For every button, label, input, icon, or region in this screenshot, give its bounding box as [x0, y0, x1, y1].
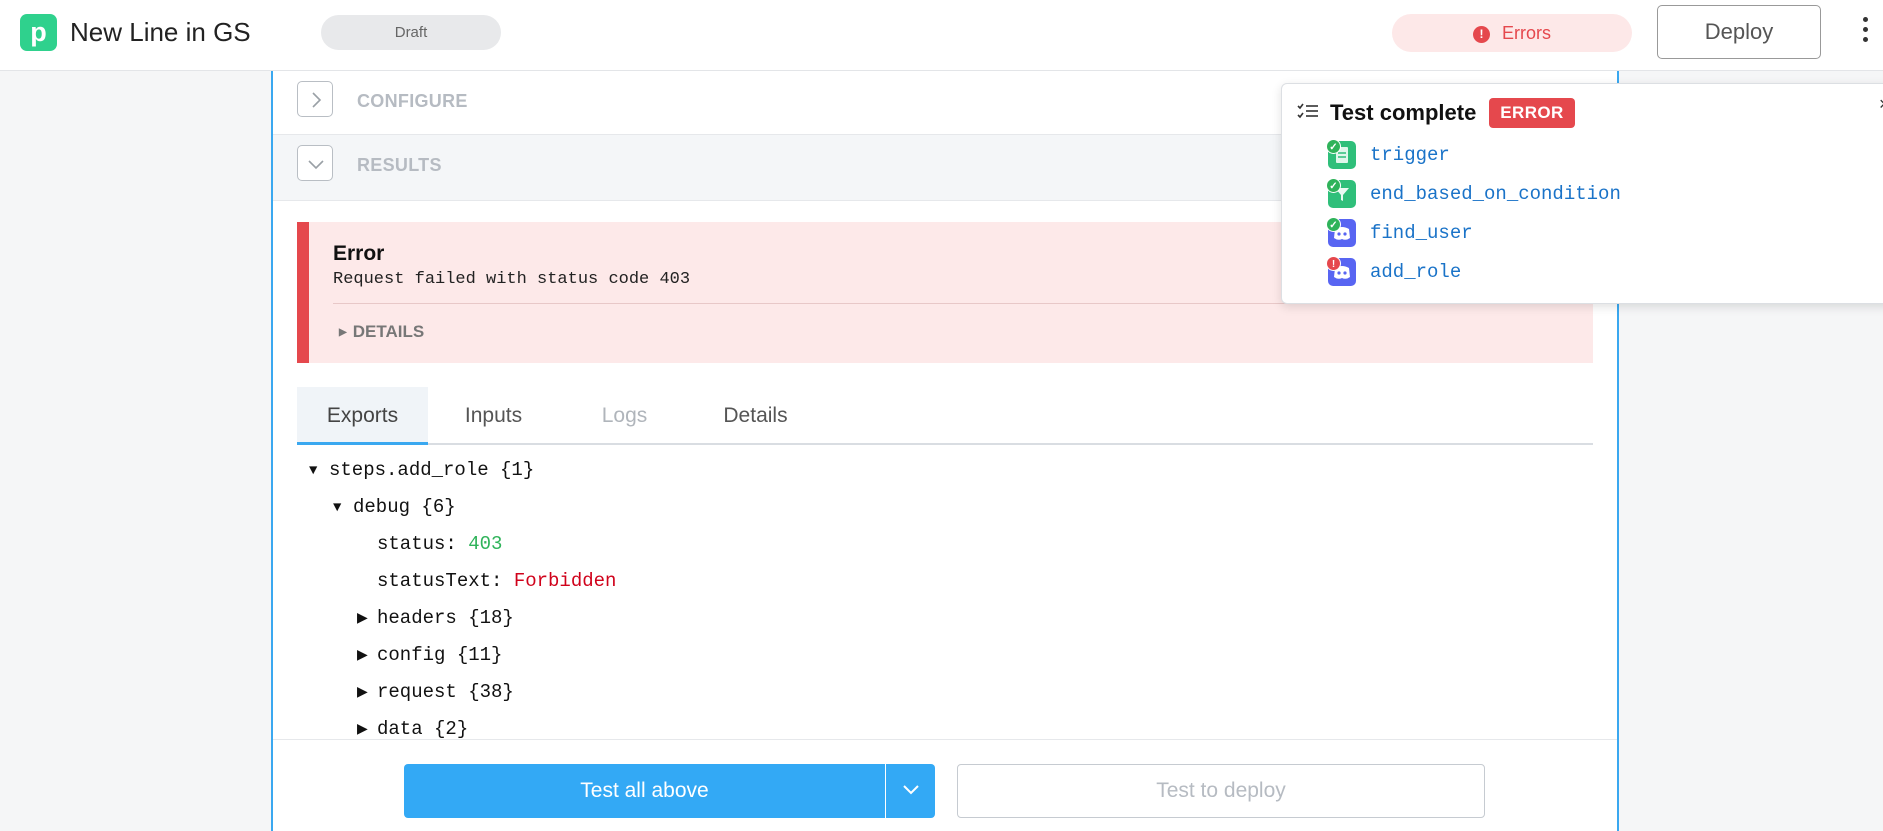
discord-icon: ✓: [1326, 217, 1356, 247]
more-options-icon[interactable]: [1860, 17, 1870, 51]
tree-node-label: debug {6}: [353, 496, 456, 518]
top-bar: p New Line in GS Draft ! Errors Deploy: [0, 0, 1883, 71]
tree-leaf-statustext: statusText: Forbidden: [377, 566, 616, 596]
tab-exports[interactable]: Exports: [297, 387, 428, 445]
tree-key: status:: [377, 533, 469, 555]
tree-node-config[interactable]: ▶ config {11}: [357, 640, 502, 670]
tree-key: statusText:: [377, 570, 514, 592]
caret-right-icon: ▶: [357, 611, 368, 627]
file-icon: ✓: [1326, 139, 1356, 169]
errors-label: Errors: [1502, 23, 1551, 43]
details-toggle[interactable]: ▶ DETAILS: [339, 322, 424, 342]
tab-inputs[interactable]: Inputs: [428, 387, 559, 445]
tree-node-headers[interactable]: ▶ headers {18}: [357, 603, 514, 633]
tree-node-debug[interactable]: ▼ debug {6}: [333, 492, 456, 522]
tab-details[interactable]: Details: [690, 387, 821, 445]
pipedream-logo[interactable]: p: [20, 14, 57, 51]
chevron-right-icon[interactable]: [297, 81, 333, 117]
chevron-down-icon[interactable]: [297, 145, 333, 181]
results-label: RESULTS: [357, 155, 442, 175]
tree-node-request[interactable]: ▶ request {38}: [357, 677, 514, 707]
check-icon: ✓: [1326, 217, 1341, 232]
step-label: end_based_on_condition: [1370, 183, 1621, 205]
tree-node-label: headers {18}: [377, 607, 514, 629]
error-badge: ERROR: [1489, 98, 1575, 128]
result-tabs: Exports Inputs Logs Details: [297, 387, 1593, 445]
tree-node-root[interactable]: ▼ steps.add_role {1}: [309, 455, 534, 485]
configure-label: CONFIGURE: [357, 91, 468, 111]
error-title: Error: [333, 242, 385, 265]
tab-logs[interactable]: Logs: [559, 387, 690, 445]
chevron-down-icon: [903, 785, 919, 795]
workflow-title[interactable]: New Line in GS: [70, 17, 251, 48]
tree-value: 403: [468, 533, 503, 555]
step-label: add_role: [1370, 261, 1462, 283]
close-icon[interactable]: ×: [1879, 94, 1883, 115]
error-icon: !: [1326, 256, 1341, 271]
popover-title: Test complete: [1330, 100, 1477, 125]
error-message: Request failed with status code 403: [333, 270, 691, 289]
caret-right-icon: ▶: [339, 327, 347, 338]
step-label: find_user: [1370, 222, 1473, 244]
tree-value: Forbidden: [513, 570, 617, 592]
tree-node-label: request {38}: [377, 681, 514, 703]
errors-button[interactable]: ! Errors: [1392, 14, 1632, 52]
draft-status-pill: Draft: [321, 15, 501, 50]
step-label: trigger: [1370, 144, 1450, 166]
caret-right-icon: ▶: [357, 648, 368, 664]
tree-node-label: steps.add_role {1}: [329, 459, 535, 481]
discord-icon: !: [1326, 256, 1356, 286]
test-to-deploy-button[interactable]: Test to deploy: [957, 764, 1485, 818]
error-alert-icon: !: [1473, 26, 1490, 43]
panel-footer: Test all above Test to deploy: [273, 739, 1617, 831]
details-label: DETAILS: [352, 322, 425, 341]
test-complete-popover: Test complete ERROR × ✓ trigger ✓ end_ba…: [1281, 83, 1883, 304]
caret-right-icon: ▶: [357, 685, 368, 701]
checklist-icon: [1297, 103, 1318, 119]
test-all-above-button[interactable]: Test all above: [404, 764, 885, 818]
caret-down-icon: ▼: [333, 500, 342, 516]
tree-node-label: data {2}: [377, 718, 469, 740]
caret-down-icon: ▼: [309, 463, 318, 479]
filter-icon: ✓: [1326, 178, 1356, 208]
deploy-button[interactable]: Deploy: [1657, 5, 1821, 59]
check-icon: ✓: [1326, 178, 1341, 193]
tree-node-label: config {11}: [377, 644, 503, 666]
check-icon: ✓: [1326, 139, 1341, 154]
tree-leaf-status: status: 403: [377, 529, 502, 559]
test-options-dropdown[interactable]: [886, 764, 935, 818]
